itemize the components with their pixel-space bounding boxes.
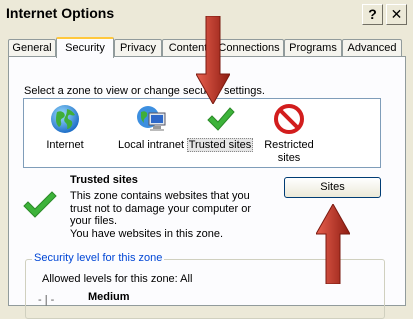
security-level-name: Medium [88, 291, 130, 303]
zone-detail-description: This zone contains websites that you tru… [70, 190, 251, 241]
close-button[interactable]: ✕ [386, 4, 407, 25]
intranet-icon [137, 106, 166, 131]
window-title: Internet Options [6, 5, 115, 21]
allowed-levels-text: Allowed levels for this zone: All [42, 273, 193, 285]
zone-trusted-sites-label: Trusted sites [186, 138, 254, 152]
zone-internet-label: Internet [46, 139, 84, 151]
tab-programs[interactable]: Programs [284, 39, 342, 57]
zone-trusted-sites[interactable]: Trusted sites [180, 99, 260, 167]
zone-restricted-sites[interactable]: Restricted sites [260, 99, 318, 167]
tab-security[interactable]: Security [56, 37, 114, 58]
zone-detail-title: Trusted sites [70, 174, 138, 186]
annotation-arrow-up [316, 204, 350, 284]
globe-icon [51, 105, 79, 133]
help-button[interactable]: ? [362, 4, 383, 25]
prohibited-icon [274, 104, 304, 134]
zone-internet[interactable]: Internet [26, 99, 104, 167]
trusted-sites-checkmark-icon [23, 191, 57, 218]
tab-advanced[interactable]: Advanced [342, 39, 402, 57]
sites-button[interactable]: Sites [284, 177, 381, 198]
tab-general[interactable]: General [8, 39, 56, 57]
tab-privacy[interactable]: Privacy [114, 39, 162, 57]
security-level-group-label: Security level for this zone [32, 252, 165, 264]
annotation-arrow-down [196, 16, 230, 104]
zone-restricted-sites-label: Restricted sites [264, 139, 314, 164]
security-level-slider[interactable]: - | - [38, 294, 54, 306]
checkmark-icon [207, 107, 235, 131]
zone-list: Internet Local intranet Trusted sites Re… [23, 98, 381, 168]
